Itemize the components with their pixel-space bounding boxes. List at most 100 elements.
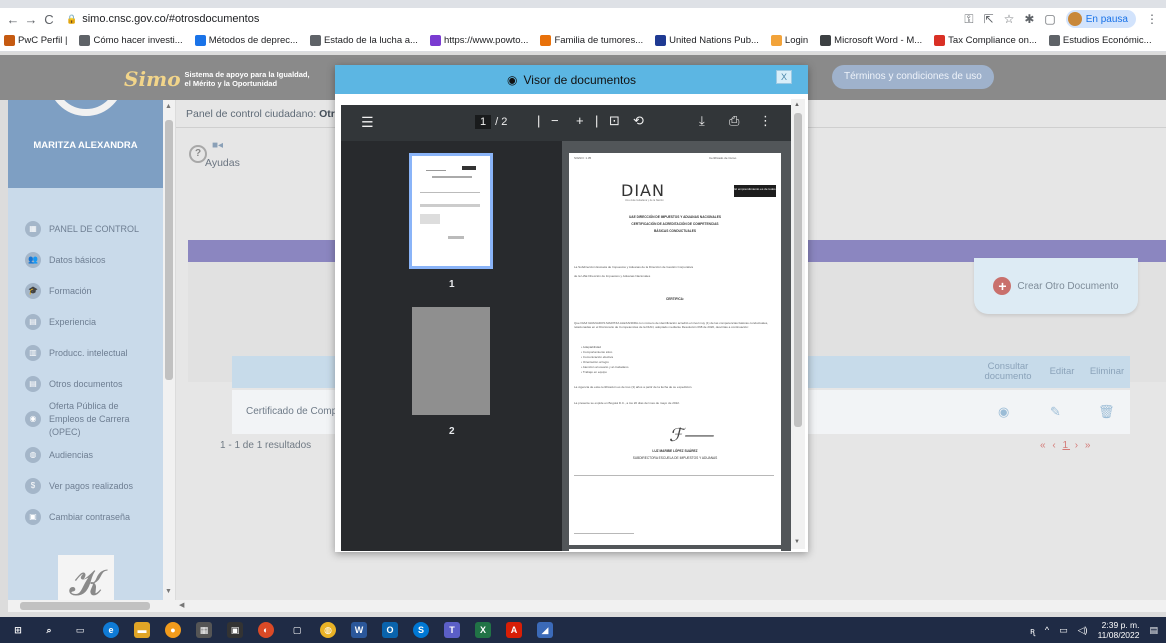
- bookmark-item[interactable]: Estado de la lucha a...: [309, 35, 418, 46]
- scroll-up-icon[interactable]: ▲: [165, 103, 172, 110]
- scroll-thumb[interactable]: [165, 120, 173, 380]
- bookmark-favicon-icon: [1048, 35, 1060, 46]
- task-view-icon[interactable]: ▭: [72, 622, 88, 638]
- volume-icon[interactable]: ◁): [1078, 625, 1088, 636]
- pager-prev[interactable]: « ‹: [1040, 440, 1058, 451]
- calculator-icon[interactable]: ▦: [196, 622, 212, 638]
- user-name: MARITZA ALEXANDRA: [33, 140, 138, 151]
- outlook-icon[interactable]: O: [382, 622, 398, 638]
- sidebar-item-3[interactable]: ▤ Experiencia: [8, 306, 163, 337]
- window-icon[interactable]: ▢: [289, 622, 305, 638]
- document-pane[interactable]: SIGNO: 1.35 Certificado de Curso DIAN Un…: [562, 141, 791, 551]
- people-icon: 👥: [25, 251, 41, 268]
- bookmark-item[interactable]: United Nations Pub...: [655, 35, 759, 46]
- file-explorer-icon[interactable]: ▬: [134, 622, 150, 638]
- create-document-button[interactable]: + Crear Otro Documento: [974, 258, 1138, 314]
- sidebar-item-6[interactable]: ◉ Oferta Pública de Empleos de Carrera (OP…: [8, 399, 163, 439]
- document-viewer-modal: ◉ Visor de documentos X ☰ 1 / 2 | − + | …: [335, 65, 808, 552]
- reload-icon[interactable]: C: [40, 12, 58, 27]
- sidebar-item-8[interactable]: $ Ver pagos realizados: [8, 470, 163, 501]
- star-icon[interactable]: ☆: [1004, 12, 1015, 26]
- windows-start-icon[interactable]: ⊞: [10, 622, 26, 638]
- word-icon[interactable]: W: [351, 622, 367, 638]
- bookmark-item[interactable]: Microsoft Word - M...: [820, 35, 922, 46]
- search-icon[interactable]: ⌕: [41, 622, 57, 638]
- pager-next[interactable]: › »: [1075, 440, 1093, 451]
- sidebar-item-0[interactable]: ▦ PANEL DE CONTROL: [8, 213, 163, 244]
- bookmark-favicon-icon: [540, 35, 552, 46]
- download-icon[interactable]: ⤓: [699, 113, 705, 129]
- main-hscrollbar[interactable]: ◀: [176, 600, 1166, 612]
- firefox-icon[interactable]: ◐: [258, 622, 274, 638]
- sidebar-hscrollbar[interactable]: [8, 600, 176, 612]
- document-bullet: • Atención al usuario y al ciudadano: [581, 365, 629, 369]
- sidebar-item-2[interactable]: 🎓 Formación: [8, 275, 163, 306]
- excel-icon[interactable]: X: [475, 622, 491, 638]
- key-icon[interactable]: ⚿: [964, 12, 973, 27]
- fit-page-icon[interactable]: ⊡: [609, 113, 620, 129]
- sidebar-item-1[interactable]: 👥 Datos básicos: [8, 244, 163, 275]
- pager-current[interactable]: 1: [1062, 440, 1070, 451]
- profile-button[interactable]: En pausa: [1065, 10, 1136, 28]
- edit-pencil-icon[interactable]: ✎: [1050, 404, 1061, 420]
- sidebar-scrollbar[interactable]: ▲ ▼: [163, 100, 175, 600]
- document-icon: ▤: [25, 375, 41, 392]
- user-icon[interactable]: ꭆ: [1030, 624, 1035, 637]
- bookmark-item[interactable]: Estudios Económic...: [1048, 35, 1152, 46]
- sidebar-item-9[interactable]: ▣ Cambiar contraseña: [8, 501, 163, 532]
- extensions-icon[interactable]: ✱: [1024, 12, 1034, 26]
- more-options-icon[interactable]: ⋮: [759, 113, 772, 129]
- bookmark-item[interactable]: Familia de tumores...: [540, 35, 643, 46]
- viewer-scrollbar[interactable]: ▲ ▼: [791, 99, 805, 549]
- zoom-in-icon[interactable]: +: [576, 113, 584, 128]
- menu-dots-icon[interactable]: ⋮: [1146, 12, 1158, 26]
- page-thumbnail-1[interactable]: [409, 153, 493, 269]
- skype-icon[interactable]: S: [413, 622, 429, 638]
- bookmark-item[interactable]: Cómo hacer investi...: [79, 35, 183, 46]
- edge-icon[interactable]: e: [103, 622, 119, 638]
- back-arrow-icon[interactable]: ←: [4, 12, 22, 27]
- sidebar-item-7[interactable]: ◍ Audiencias: [8, 439, 163, 470]
- video-camera-icon[interactable]: ■◂: [212, 140, 223, 151]
- bookmark-item[interactable]: Login: [770, 35, 808, 46]
- bookmark-item[interactable]: PwC Perfil |: [4, 35, 67, 46]
- offer-icon: ◉: [25, 411, 41, 427]
- bookmark-item[interactable]: https://www.powto...: [429, 35, 528, 46]
- network-icon[interactable]: ▭: [1059, 625, 1068, 636]
- bookmark-item[interactable]: Métodos de deprec...: [194, 35, 298, 46]
- tray-chevron-icon[interactable]: ^: [1045, 625, 1049, 635]
- share-icon[interactable]: ⇱: [984, 12, 994, 26]
- print-icon[interactable]: ⎙: [729, 113, 739, 129]
- bookmarks-bar: PwC Perfil | Cómo hacer investi... Métodos…: [0, 30, 1166, 52]
- bookmark-item[interactable]: Tax Compliance on...: [934, 35, 1037, 46]
- rotate-icon[interactable]: ⟲: [633, 113, 644, 129]
- view-eye-icon[interactable]: ◉: [998, 404, 1009, 420]
- forward-arrow-icon[interactable]: →: [22, 12, 40, 27]
- url-text[interactable]: simo.cnsc.gov.co/#otrosdocumentos: [82, 13, 259, 25]
- delete-trash-icon[interactable]: 🗑: [1098, 404, 1115, 420]
- url-field[interactable]: 🔒 simo.cnsc.gov.co/#otrosdocumentos: [66, 13, 259, 25]
- current-page-input[interactable]: 1: [475, 115, 492, 129]
- help-label[interactable]: Ayudas: [205, 157, 240, 169]
- sidebar-item-5[interactable]: ▤ Otros documentos: [8, 368, 163, 399]
- notifications-icon[interactable]: ▤: [1149, 625, 1158, 636]
- teams-icon[interactable]: T: [444, 622, 460, 638]
- breadcrumb: Panel de control ciudadano: Otr: [186, 108, 335, 120]
- sidebar-item-4[interactable]: ▥ Producc. intelectual: [8, 337, 163, 368]
- store-icon[interactable]: ▣: [227, 622, 243, 638]
- terms-button[interactable]: Términos y condiciones de uso: [832, 65, 994, 89]
- page-thumbnail-2[interactable]: [412, 307, 490, 415]
- pdf-viewer[interactable]: ☰ 1 / 2 | − + | ⊡ ⟲ ⤓ ⎙ ⋮ 1 2 SIGNO: 1.3…: [341, 105, 791, 551]
- hamburger-menu-icon[interactable]: ☰: [361, 114, 374, 131]
- simo-logo[interactable]: Simo Sistema de apoyo para la Igualdad, e…: [124, 67, 310, 91]
- chrome-icon[interactable]: ◍: [320, 622, 336, 638]
- app-icon[interactable]: ●: [165, 622, 181, 638]
- bookmark-label: Tax Compliance on...: [948, 35, 1037, 46]
- sidebar-toggle-icon[interactable]: ▢: [1044, 12, 1055, 26]
- app-icon-2[interactable]: ◢: [537, 622, 553, 638]
- scroll-down-icon[interactable]: ▼: [165, 588, 172, 595]
- zoom-out-icon[interactable]: −: [551, 113, 559, 128]
- acrobat-icon[interactable]: A: [506, 622, 522, 638]
- clock[interactable]: 2:39 p. m. 11/08/2022: [1098, 620, 1140, 640]
- close-button[interactable]: X: [776, 70, 792, 84]
